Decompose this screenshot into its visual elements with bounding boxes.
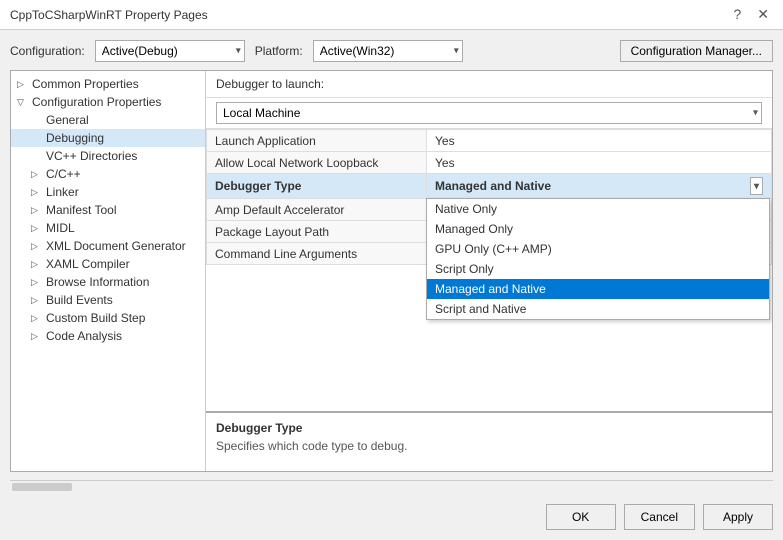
- sidebar-item-vc-directories[interactable]: VC++ Directories: [11, 147, 205, 165]
- dropdown-option-native-only[interactable]: Native Only: [427, 199, 769, 219]
- description-area: Debugger Type Specifies which code type …: [206, 411, 772, 471]
- sidebar-item-linker[interactable]: ▷Linker: [11, 183, 205, 201]
- sidebar-item-label-cpp: C/C++: [46, 167, 81, 181]
- prop-name-package-layout: Package Layout Path: [207, 221, 427, 243]
- prop-name-allow-loopback: Allow Local Network Loopback: [207, 152, 427, 174]
- dropdown-option-script-and-native[interactable]: Script and Native: [427, 299, 769, 319]
- ok-button[interactable]: OK: [546, 504, 616, 530]
- sidebar-item-build-events[interactable]: ▷Build Events: [11, 291, 205, 309]
- dropdown-option-managed-only[interactable]: Managed Only: [427, 219, 769, 239]
- config-manager-button[interactable]: Configuration Manager...: [620, 40, 773, 62]
- sidebar-item-label-midl: MIDL: [46, 221, 75, 235]
- debugger-launch-dropdown[interactable]: Local Machine: [216, 102, 762, 124]
- sidebar-item-xml-document-generator[interactable]: ▷XML Document Generator: [11, 237, 205, 255]
- sidebar-item-label-custom-build-step: Custom Build Step: [46, 311, 145, 325]
- sidebar-item-manifest-tool[interactable]: ▷Manifest Tool: [11, 201, 205, 219]
- debugger-type-dropdown-popup[interactable]: Native OnlyManaged OnlyGPU Only (C++ AMP…: [426, 198, 770, 320]
- sidebar-item-configuration-properties[interactable]: ▽Configuration Properties: [11, 93, 205, 111]
- sidebar-item-label-linker: Linker: [46, 185, 79, 199]
- sidebar-item-midl[interactable]: ▷MIDL: [11, 219, 205, 237]
- dropdown-option-gpu-only[interactable]: GPU Only (C++ AMP): [427, 239, 769, 259]
- config-label: Configuration:: [10, 44, 85, 58]
- horizontal-scrollbar[interactable]: [10, 480, 773, 492]
- properties-table-wrapper: Launch ApplicationYesAllow Local Network…: [206, 129, 772, 411]
- sidebar-item-general[interactable]: General: [11, 111, 205, 129]
- dialog-title: CppToCSharpWinRT Property Pages: [10, 8, 208, 22]
- sidebar-item-label-browse-information: Browse Information: [46, 275, 149, 289]
- scrollbar-thumb[interactable]: [12, 483, 72, 491]
- sidebar-item-debugging[interactable]: Debugging: [11, 129, 205, 147]
- expand-icon-xaml-compiler[interactable]: ▷: [31, 259, 43, 270]
- dropdown-option-managed-and-native[interactable]: Managed and Native: [427, 279, 769, 299]
- description-title: Debugger Type: [216, 421, 762, 435]
- expand-icon-configuration-properties[interactable]: ▽: [17, 97, 29, 108]
- prop-row-launch-app[interactable]: Launch ApplicationYes: [207, 130, 772, 152]
- prop-value-allow-loopback[interactable]: Yes: [427, 152, 772, 174]
- prop-name-launch-app: Launch Application: [207, 130, 427, 152]
- sidebar-item-cpp[interactable]: ▷C/C++: [11, 165, 205, 183]
- prop-value-debugger-type[interactable]: Managed and Native▾: [427, 174, 772, 199]
- sidebar-item-label-vc-directories: VC++ Directories: [46, 149, 137, 163]
- help-icon[interactable]: ?: [729, 6, 745, 23]
- debugger-launch-label: Debugger to launch:: [216, 77, 324, 91]
- prop-row-allow-loopback[interactable]: Allow Local Network LoopbackYes: [207, 152, 772, 174]
- sidebar-item-custom-build-step[interactable]: ▷Custom Build Step: [11, 309, 205, 327]
- expand-icon-code-analysis[interactable]: ▷: [31, 331, 43, 342]
- expand-icon-midl[interactable]: ▷: [31, 223, 43, 234]
- sidebar-item-label-general: General: [46, 113, 89, 127]
- debugger-type-cell-arrow[interactable]: ▾: [750, 177, 763, 195]
- platform-dropdown[interactable]: Active(Win32): [313, 40, 463, 62]
- expand-icon-custom-build-step[interactable]: ▷: [31, 313, 43, 324]
- prop-name-amp-accelerator: Amp Default Accelerator: [207, 199, 427, 221]
- prop-value-launch-app[interactable]: Yes: [427, 130, 772, 152]
- dropdown-option-script-only[interactable]: Script Only: [427, 259, 769, 279]
- sidebar-item-label-manifest-tool: Manifest Tool: [46, 203, 116, 217]
- expand-icon-cpp[interactable]: ▷: [31, 169, 43, 180]
- prop-row-debugger-type[interactable]: Debugger TypeManaged and Native▾: [207, 174, 772, 199]
- prop-name-debugger-type: Debugger Type: [207, 174, 427, 199]
- left-tree: ▷Common Properties▽Configuration Propert…: [11, 71, 206, 471]
- sidebar-item-label-debugging: Debugging: [46, 131, 104, 145]
- sidebar-item-browse-information[interactable]: ▷Browse Information: [11, 273, 205, 291]
- sidebar-item-label-configuration-properties: Configuration Properties: [32, 95, 161, 109]
- close-icon[interactable]: ✕: [753, 6, 773, 23]
- config-dropdown[interactable]: Active(Debug): [95, 40, 245, 62]
- sidebar-item-label-code-analysis: Code Analysis: [46, 329, 122, 343]
- apply-button[interactable]: Apply: [703, 504, 773, 530]
- expand-icon-xml-document-generator[interactable]: ▷: [31, 241, 43, 252]
- cancel-button[interactable]: Cancel: [624, 504, 695, 530]
- description-text: Specifies which code type to debug.: [216, 439, 762, 453]
- sidebar-item-label-xml-document-generator: XML Document Generator: [46, 239, 186, 253]
- sidebar-item-label-build-events: Build Events: [46, 293, 113, 307]
- sidebar-item-label-common-properties: Common Properties: [32, 77, 139, 91]
- prop-name-cmd-args: Command Line Arguments: [207, 243, 427, 265]
- expand-icon-common-properties[interactable]: ▷: [17, 79, 29, 90]
- expand-icon-linker[interactable]: ▷: [31, 187, 43, 198]
- expand-icon-build-events[interactable]: ▷: [31, 295, 43, 306]
- expand-icon-browse-information[interactable]: ▷: [31, 277, 43, 288]
- sidebar-item-xaml-compiler[interactable]: ▷XAML Compiler: [11, 255, 205, 273]
- sidebar-item-code-analysis[interactable]: ▷Code Analysis: [11, 327, 205, 345]
- platform-label: Platform:: [255, 44, 303, 58]
- right-panel: Debugger to launch: Local Machine Launch…: [206, 71, 772, 471]
- expand-icon-manifest-tool[interactable]: ▷: [31, 205, 43, 216]
- sidebar-item-label-xaml-compiler: XAML Compiler: [46, 257, 130, 271]
- sidebar-item-common-properties[interactable]: ▷Common Properties: [11, 75, 205, 93]
